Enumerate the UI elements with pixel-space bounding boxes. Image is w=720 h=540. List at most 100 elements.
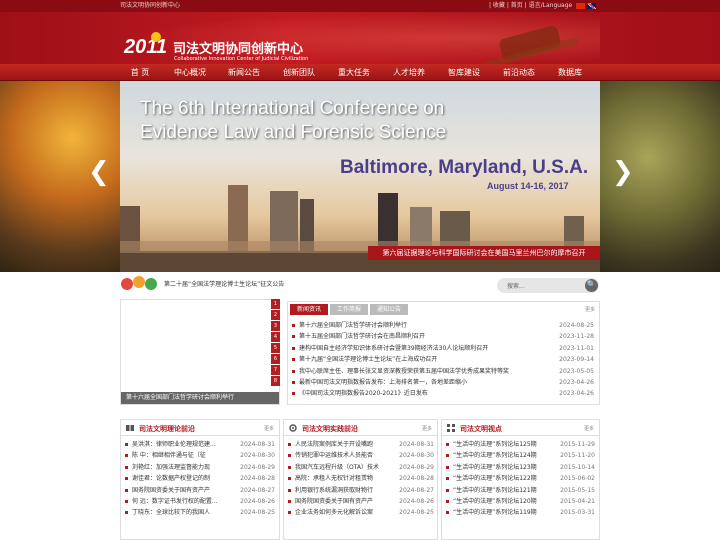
item-title[interactable]: “生活中的法理”系列论坛121期	[453, 485, 537, 496]
item-title[interactable]: “生活中的法理”系列论坛122期	[453, 473, 537, 484]
column-more-link[interactable]: 更多	[584, 425, 594, 432]
list-item[interactable]: 陈 中：相继相伴通与征（征 2024-08-30	[123, 450, 275, 461]
list-item[interactable]: 何 远：数字证书发行权的配置... 2024-08-26	[123, 496, 275, 507]
list-item[interactable]: 企业法务如何多元化解诉讼案 2024-08-25	[286, 507, 434, 518]
item-title[interactable]: 谢佳君：论数据产权登记的制	[132, 473, 210, 484]
news-slideshow[interactable]: 第十六届全国部门法哲学研讨会顺利举行	[120, 299, 280, 405]
search-icon[interactable]: 🔍	[585, 279, 598, 292]
item-title[interactable]: 陈 中：相继相伴通与征（征	[132, 450, 206, 461]
slide-num[interactable]: 1	[271, 299, 280, 309]
item-title[interactable]: “生活中的法理”系列论坛123期	[453, 462, 537, 473]
list-item[interactable]: 最新中国司法文明指数报告发布：上海排名第一，各地差距缩小 2023-04-26	[290, 377, 594, 388]
list-item[interactable]: 吴洪淇：律师职业伦理规范建... 2024-08-31	[123, 439, 275, 450]
nav-database[interactable]: 数据库	[550, 64, 590, 81]
item-title[interactable]: 人民法院案例库关于开设嘴跑	[295, 439, 373, 450]
item-title[interactable]: “生活中的法理”系列论坛125期	[453, 439, 537, 450]
list-item[interactable]: 人民法院案例库关于开设嘴跑 2024-08-31	[286, 439, 434, 450]
nav-news[interactable]: 新闻公告	[221, 64, 267, 81]
list-item[interactable]: 丁晓东：全球比较下的我国人 2024-08-25	[123, 507, 275, 518]
list-item[interactable]: “生活中的法理”系列论坛125期 2015-11-29	[444, 439, 595, 450]
notice-link[interactable]: 第二十届“全国法学理论博士生论坛”征文公告	[164, 279, 284, 288]
list-item[interactable]: 高院：承租人无权针对租赁物 2024-08-28	[286, 473, 434, 484]
item-title[interactable]: “生活中的法理”系列论坛120期	[453, 496, 537, 507]
bullet-icon	[125, 511, 128, 515]
bullet-icon	[292, 346, 295, 350]
slide-num[interactable]: 6	[271, 354, 280, 364]
list-item[interactable]: 谢佳君：论数据产权登记的制 2024-08-28	[123, 473, 275, 484]
column-title: 司法文明实践前沿	[302, 425, 358, 433]
tab-news[interactable]: 新闻资讯	[290, 304, 328, 315]
nav-about[interactable]: 中心概况	[167, 64, 213, 81]
nav-thinktank[interactable]: 智库建设	[441, 64, 487, 81]
list-item[interactable]: 国务院国资委关于国有资产产 2024-08-27	[123, 485, 275, 496]
item-title[interactable]: 第十九届“全国法学理论博士生论坛”在上海成功召开	[299, 354, 437, 365]
item-title[interactable]: 《中国司法文明指数报告2020-2021》近日发布	[299, 388, 428, 399]
banner-caption[interactable]: 第六届证据理论与科学国际研讨会在美国马里兰州巴尔的摩市召开	[368, 246, 600, 260]
slide-num[interactable]: 5	[271, 343, 280, 353]
list-item[interactable]: 我国汽车远程升级（OTA）技术 2024-08-29	[286, 462, 434, 473]
list-item[interactable]: “生活中的法理”系列论坛124期 2015-11-20	[444, 450, 595, 461]
list-item[interactable]: 第十九届“全国法学理论博士生论坛”在上海成功召开 2023-09-14	[290, 354, 594, 365]
list-item[interactable]: “生活中的法理”系列论坛121期 2015-05-15	[444, 485, 595, 496]
list-item[interactable]: “生活中的法理”系列论坛123期 2015-10-14	[444, 462, 595, 473]
item-title[interactable]: 我中心联席主任、理事长张文显资深教授荣获第五届中国法学优秀成果奖特等奖	[299, 366, 509, 377]
tab-notices[interactable]: 通知公告	[370, 304, 408, 315]
list-item[interactable]: “生活中的法理”系列论坛119期 2015-03-31	[444, 507, 595, 518]
item-title[interactable]: 最新中国司法文明指数报告发布：上海排名第一，各地差距缩小	[299, 377, 467, 388]
banner-next-icon[interactable]: ❯	[612, 157, 634, 187]
list-item[interactable]: 《中国司法文明指数报告2020-2021》近日发布 2023-04-26	[290, 388, 594, 399]
slide-num[interactable]: 8	[271, 376, 280, 386]
nav-frontier[interactable]: 前沿动态	[496, 64, 542, 81]
site-logo[interactable]: 2011	[122, 29, 166, 59]
tab-briefing[interactable]: 工作简报	[330, 304, 368, 315]
bullet-icon	[292, 392, 295, 396]
item-title[interactable]: 利用银行系统漏洞获取财物行	[295, 485, 373, 496]
item-title[interactable]: 何 远：数字证书发行权的配置...	[132, 496, 218, 507]
item-title[interactable]: 高院：承租人无权针对租赁物	[295, 473, 373, 484]
item-title[interactable]: 第十六届全国部门法哲学研讨会顺利举行	[299, 320, 407, 331]
slide-num[interactable]: 3	[271, 321, 280, 331]
list-item[interactable]: 国务院国资委关于国有资产产 2024-08-26	[286, 496, 434, 507]
list-item[interactable]: 我中心联席主任、理事长张文显资深教授荣获第五届中国法学优秀成果奖特等奖 2023-…	[290, 366, 594, 377]
list-item[interactable]: 利用银行系统漏洞获取财物行 2024-08-27	[286, 485, 434, 496]
list-item[interactable]: “生活中的法理”系列论坛120期 2015-04-21	[444, 496, 595, 507]
uk-flag-icon[interactable]	[587, 2, 597, 9]
top-links-text[interactable]: | 收藏 | 首页 | 语言/Language	[489, 2, 572, 9]
item-title[interactable]: 国务院国资委关于国有资产产	[132, 485, 210, 496]
banner-prev-icon[interactable]: ❮	[88, 157, 110, 187]
item-title[interactable]: 吴洪淇：律师职业伦理规范建...	[132, 439, 216, 450]
nav-team[interactable]: 创新团队	[276, 64, 322, 81]
item-title[interactable]: 传销犯罪中运维技术人员能否	[295, 450, 373, 461]
column-more-link[interactable]: 更多	[264, 425, 274, 432]
column-more-link[interactable]: 更多	[422, 425, 432, 432]
nav-tasks[interactable]: 重大任务	[331, 64, 377, 81]
slideshow-caption[interactable]: 第十六届全国部门法哲学研讨会顺利举行	[121, 392, 279, 404]
list-item[interactable]: “生活中的法理”系列论坛122期 2015-06-02	[444, 473, 595, 484]
list-item[interactable]: 传销犯罪中运维技术人员能否 2024-08-30	[286, 450, 434, 461]
search-input[interactable]: 搜索...	[507, 281, 525, 290]
item-title[interactable]: “生活中的法理”系列论坛124期	[453, 450, 537, 461]
slide-num[interactable]: 7	[271, 365, 280, 375]
item-title[interactable]: 我国汽车远程升级（OTA）技术	[295, 462, 379, 473]
item-title[interactable]: 国务院国资委关于国有资产产	[295, 496, 373, 507]
slide-num[interactable]: 2	[271, 310, 280, 320]
list-item[interactable]: 第十五届全国部门法哲学研讨会在南昌顺利召开 2023-11-28	[290, 331, 594, 342]
search-box[interactable]: 搜索... 🔍	[497, 278, 599, 293]
list-item[interactable]: 第十六届全国部门法哲学研讨会顺利举行 2024-08-25	[290, 320, 594, 331]
china-flag-icon[interactable]	[576, 2, 586, 9]
item-title[interactable]: 建构中国自主经济学知识体系研讨会暨第39期经济法30人论坛顺利召开	[299, 343, 488, 354]
item-title[interactable]: 刘艳红：加强法理监督能力现	[132, 462, 210, 473]
item-title[interactable]: “生活中的法理”系列论坛119期	[453, 507, 537, 518]
hero-banner[interactable]: The 6th International Conference on Evide…	[0, 81, 720, 272]
nav-talent[interactable]: 人才培养	[386, 64, 432, 81]
item-title[interactable]: 企业法务如何多元化解诉讼案	[295, 507, 373, 518]
list-item[interactable]: 刘艳红：加强法理监督能力现 2024-08-29	[123, 462, 275, 473]
banner-city: Baltimore, Maryland, U.S.A.	[340, 157, 589, 178]
slide-num[interactable]: 4	[271, 332, 280, 342]
item-title[interactable]: 丁晓东：全球比较下的我国人	[132, 507, 210, 518]
item-title[interactable]: 第十五届全国部门法哲学研讨会在南昌顺利召开	[299, 331, 425, 342]
list-item[interactable]: 建构中国自主经济学知识体系研讨会暨第39期经济法30人论坛顺利召开 2023-11…	[290, 343, 594, 354]
nav-home[interactable]: 首 页	[120, 64, 160, 81]
top-links[interactable]: | 收藏 | 首页 | 语言/Language	[489, 0, 597, 12]
news-more-link[interactable]: 更多	[585, 306, 595, 313]
